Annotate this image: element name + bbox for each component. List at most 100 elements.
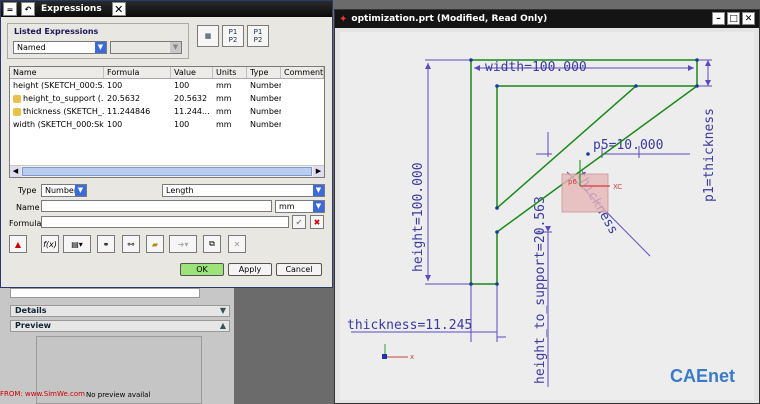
cancel-button[interactable]: Cancel [276, 263, 322, 276]
p1-dim-text[interactable]: p1=thickness [702, 108, 717, 202]
table-cell-comment [281, 79, 324, 92]
preview-section[interactable]: Preview ▲ [10, 320, 230, 332]
secondary-filter-select: ▼ [110, 41, 182, 54]
table-cell-units: mm [213, 118, 247, 131]
spreadsheet-edit-button[interactable]: ▦ [197, 25, 219, 47]
thickness-dim-text[interactable]: thickness=11.245 [347, 318, 472, 333]
type-select[interactable]: Number ▼ [41, 184, 87, 197]
formula-label: Formula [9, 219, 42, 228]
dialog-title: Expressions [41, 4, 102, 14]
chevron-down-icon: ▼ [75, 185, 86, 196]
dialog-title-bar: = ↶ Expressions ✕ [1, 1, 332, 17]
find-icon[interactable]: ⧉ [203, 235, 221, 253]
cell-text: thickness (SKETCH_... [23, 107, 104, 116]
table-cell-type: Number [247, 92, 281, 105]
col-formula[interactable]: Formula [104, 67, 171, 78]
link-expression-button[interactable]: ⚯ [122, 235, 140, 253]
panel-empty-field [10, 288, 200, 298]
cell-text: mm [216, 107, 232, 116]
preview-label: Preview [15, 321, 52, 330]
scroll-left-icon[interactable]: ◀ [10, 166, 21, 177]
chevron-down-icon: ▼ [313, 185, 324, 196]
open-folder-icon[interactable]: ▰ [146, 235, 164, 253]
cell-text: width (SKETCH_000:Sk... [13, 120, 104, 129]
type-value: Number [45, 186, 78, 195]
import-expressions-button[interactable]: P1 P2 [222, 25, 244, 47]
expressions-table[interactable]: Name Formula Value Units Type Comment he… [9, 66, 325, 178]
col-value[interactable]: Value [171, 67, 213, 78]
cell-text: 100 [107, 81, 123, 90]
table-cell-name: height_to_support (... [10, 92, 104, 105]
units-select[interactable]: mm ▼ [275, 200, 325, 213]
p5-dim-text[interactable]: p5=10.000 [593, 138, 663, 153]
listed-filter-select[interactable]: Named ▼ [13, 41, 107, 54]
arrow [425, 275, 431, 281]
close-button[interactable]: ✕ [742, 12, 755, 25]
dimensionality-value: Length [166, 186, 194, 195]
close-icon[interactable]: ✕ [111, 2, 126, 16]
graphics-canvas[interactable]: width=100.000 p5=10.000 thickness=11.245… [340, 32, 754, 400]
arrow-right-icon: ➜▾ [169, 235, 197, 253]
name-label: Name [16, 203, 40, 212]
maximize-button[interactable]: □ [727, 12, 740, 25]
table-cell-comment [281, 92, 324, 105]
width-dim-text[interactable]: width=100.000 [485, 60, 587, 75]
collapse-icon[interactable]: ▲ [9, 235, 27, 253]
table-cell-formula: 20.5632 [104, 92, 171, 105]
details-label: Details [15, 306, 47, 315]
cad-title-bar: ✦ optimization.prt (Modified, Read Only)… [335, 10, 759, 28]
chevron-down-icon: ▼ [95, 42, 106, 53]
link-part-button[interactable]: ⚭ [97, 235, 115, 253]
table-cell-formula: 11.244846 [104, 105, 171, 118]
export-expressions-button[interactable]: P1 P2 [247, 25, 269, 47]
ok-button[interactable]: OK [180, 263, 224, 276]
scroll-right-icon[interactable]: ▶ [313, 166, 324, 177]
cell-text: mm [216, 81, 232, 90]
accept-edit-icon[interactable]: ✔ [292, 215, 306, 229]
height-dim-text[interactable]: height=100.000 [411, 162, 426, 272]
formula-input[interactable] [41, 216, 289, 228]
caenet-logo: CAEnet [670, 366, 735, 386]
cell-text: mm [216, 120, 232, 129]
scroll-thumb[interactable] [22, 167, 312, 176]
cell-text: 100 [107, 120, 123, 129]
measure-button[interactable]: ▤▾ [63, 235, 91, 253]
lock-icon [13, 94, 21, 103]
x-axis-label: x [410, 353, 414, 361]
nx-app-icon: ✦ [339, 13, 348, 25]
cell-text: height_to_support (... [23, 94, 104, 103]
listed-expressions-label: Listed Expressions [14, 27, 99, 36]
name-input[interactable] [41, 200, 272, 212]
apply-button[interactable]: Apply [228, 263, 272, 276]
arrow [705, 80, 711, 86]
col-name[interactable]: Name [10, 67, 104, 78]
cell-text: mm [216, 94, 232, 103]
details-section[interactable]: Details ▼ [10, 305, 230, 317]
table-header: Name Formula Value Units Type Comment [10, 67, 324, 79]
table-row[interactable]: height (SKETCH_000:S... 100 100 mm Number [10, 79, 324, 92]
table-cell-units: mm [213, 92, 247, 105]
col-type[interactable]: Type [247, 67, 281, 78]
horizontal-scrollbar[interactable]: ◀ ▶ [10, 165, 324, 177]
delete-icon: ✕ [228, 235, 246, 253]
work-csys: XC p6 [561, 160, 622, 213]
reject-edit-icon[interactable]: ✖ [310, 215, 324, 229]
dimensionality-select[interactable]: Length ▼ [162, 184, 325, 197]
undo-icon[interactable]: ↶ [21, 2, 35, 16]
table-cell-formula: 100 [104, 79, 171, 92]
hts-dim-text[interactable]: height_to_support=20.563 [533, 196, 548, 384]
table-row[interactable]: width (SKETCH_000:Sk... 100 100 mm Number [10, 118, 324, 131]
table-row[interactable]: thickness (SKETCH_... 11.244846 11.244... m… [10, 105, 324, 118]
type-label: Type [18, 186, 37, 195]
minimize-button[interactable]: – [712, 12, 725, 25]
cell-text: Number [250, 94, 281, 103]
col-comment[interactable]: Comment [281, 67, 324, 78]
cad-window-title: optimization.prt (Modified, Read Only) [351, 14, 548, 24]
absolute-csys: x [382, 344, 414, 361]
table-cell-value: 100 [171, 79, 213, 92]
xc-axis-label: XC [613, 183, 622, 191]
table-row[interactable]: height_to_support (... 20.5632 20.5632 mm Nu… [10, 92, 324, 105]
functions-button[interactable]: f(x) [41, 235, 59, 253]
watermark-text: FROM: www.SimWe.com [0, 390, 85, 398]
col-units[interactable]: Units [213, 67, 247, 78]
